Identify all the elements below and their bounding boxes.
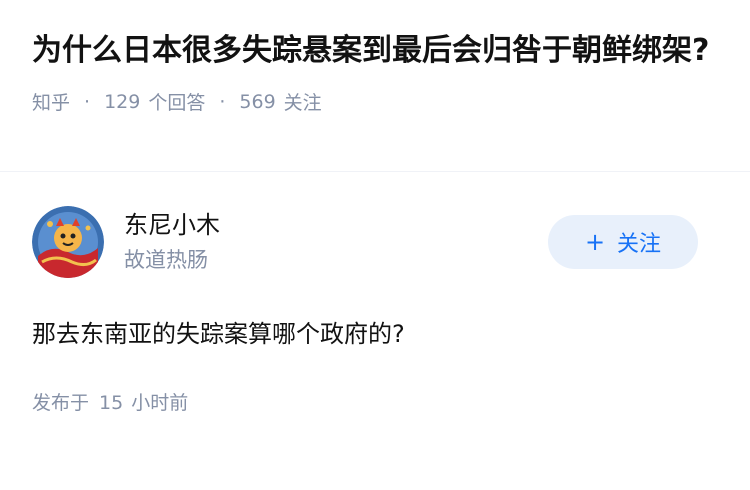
followers-count: 569 — [239, 90, 276, 113]
answers-label[interactable]: 个回答 — [148, 88, 205, 115]
time-value: 15 — [99, 392, 124, 414]
follow-button[interactable]: + 关注 — [548, 215, 698, 269]
source-label[interactable]: 知乎 — [32, 88, 70, 115]
author-bio: 故道热肠 — [124, 248, 208, 272]
time-prefix: 发布于 — [32, 392, 90, 414]
question-meta: 知乎 · 129 个回答 · 569 关注 — [32, 88, 718, 115]
separator-dot: · — [219, 90, 226, 113]
author-name[interactable]: 东尼小木 — [124, 208, 548, 242]
avatar[interactable] — [32, 206, 104, 278]
question-header: 为什么日本很多失踪悬案到最后会归咎于朝鲜绑架? 知乎 · 129 个回答 · 5… — [0, 0, 750, 172]
answer-content[interactable]: 那去东南亚的失踪案算哪个政府的? — [32, 316, 718, 352]
answers-count: 129 — [104, 90, 141, 113]
plus-icon: + — [584, 228, 606, 256]
time-unit: 小时前 — [131, 392, 189, 414]
answer-card: 东尼小木 故道热肠 + 关注 那去东南亚的失踪案算哪个政府的? 发布于 15 小时前 — [0, 172, 750, 415]
separator-dot: · — [84, 90, 91, 113]
author-info: 东尼小木 故道热肠 — [124, 208, 548, 276]
author-row: 东尼小木 故道热肠 + 关注 — [32, 206, 718, 278]
answer-time: 发布于 15 小时前 — [32, 388, 718, 415]
follow-button-label: 关注 — [617, 232, 662, 257]
followers-label: 关注 — [283, 92, 322, 114]
question-title[interactable]: 为什么日本很多失踪悬案到最后会归咎于朝鲜绑架? — [32, 28, 718, 74]
